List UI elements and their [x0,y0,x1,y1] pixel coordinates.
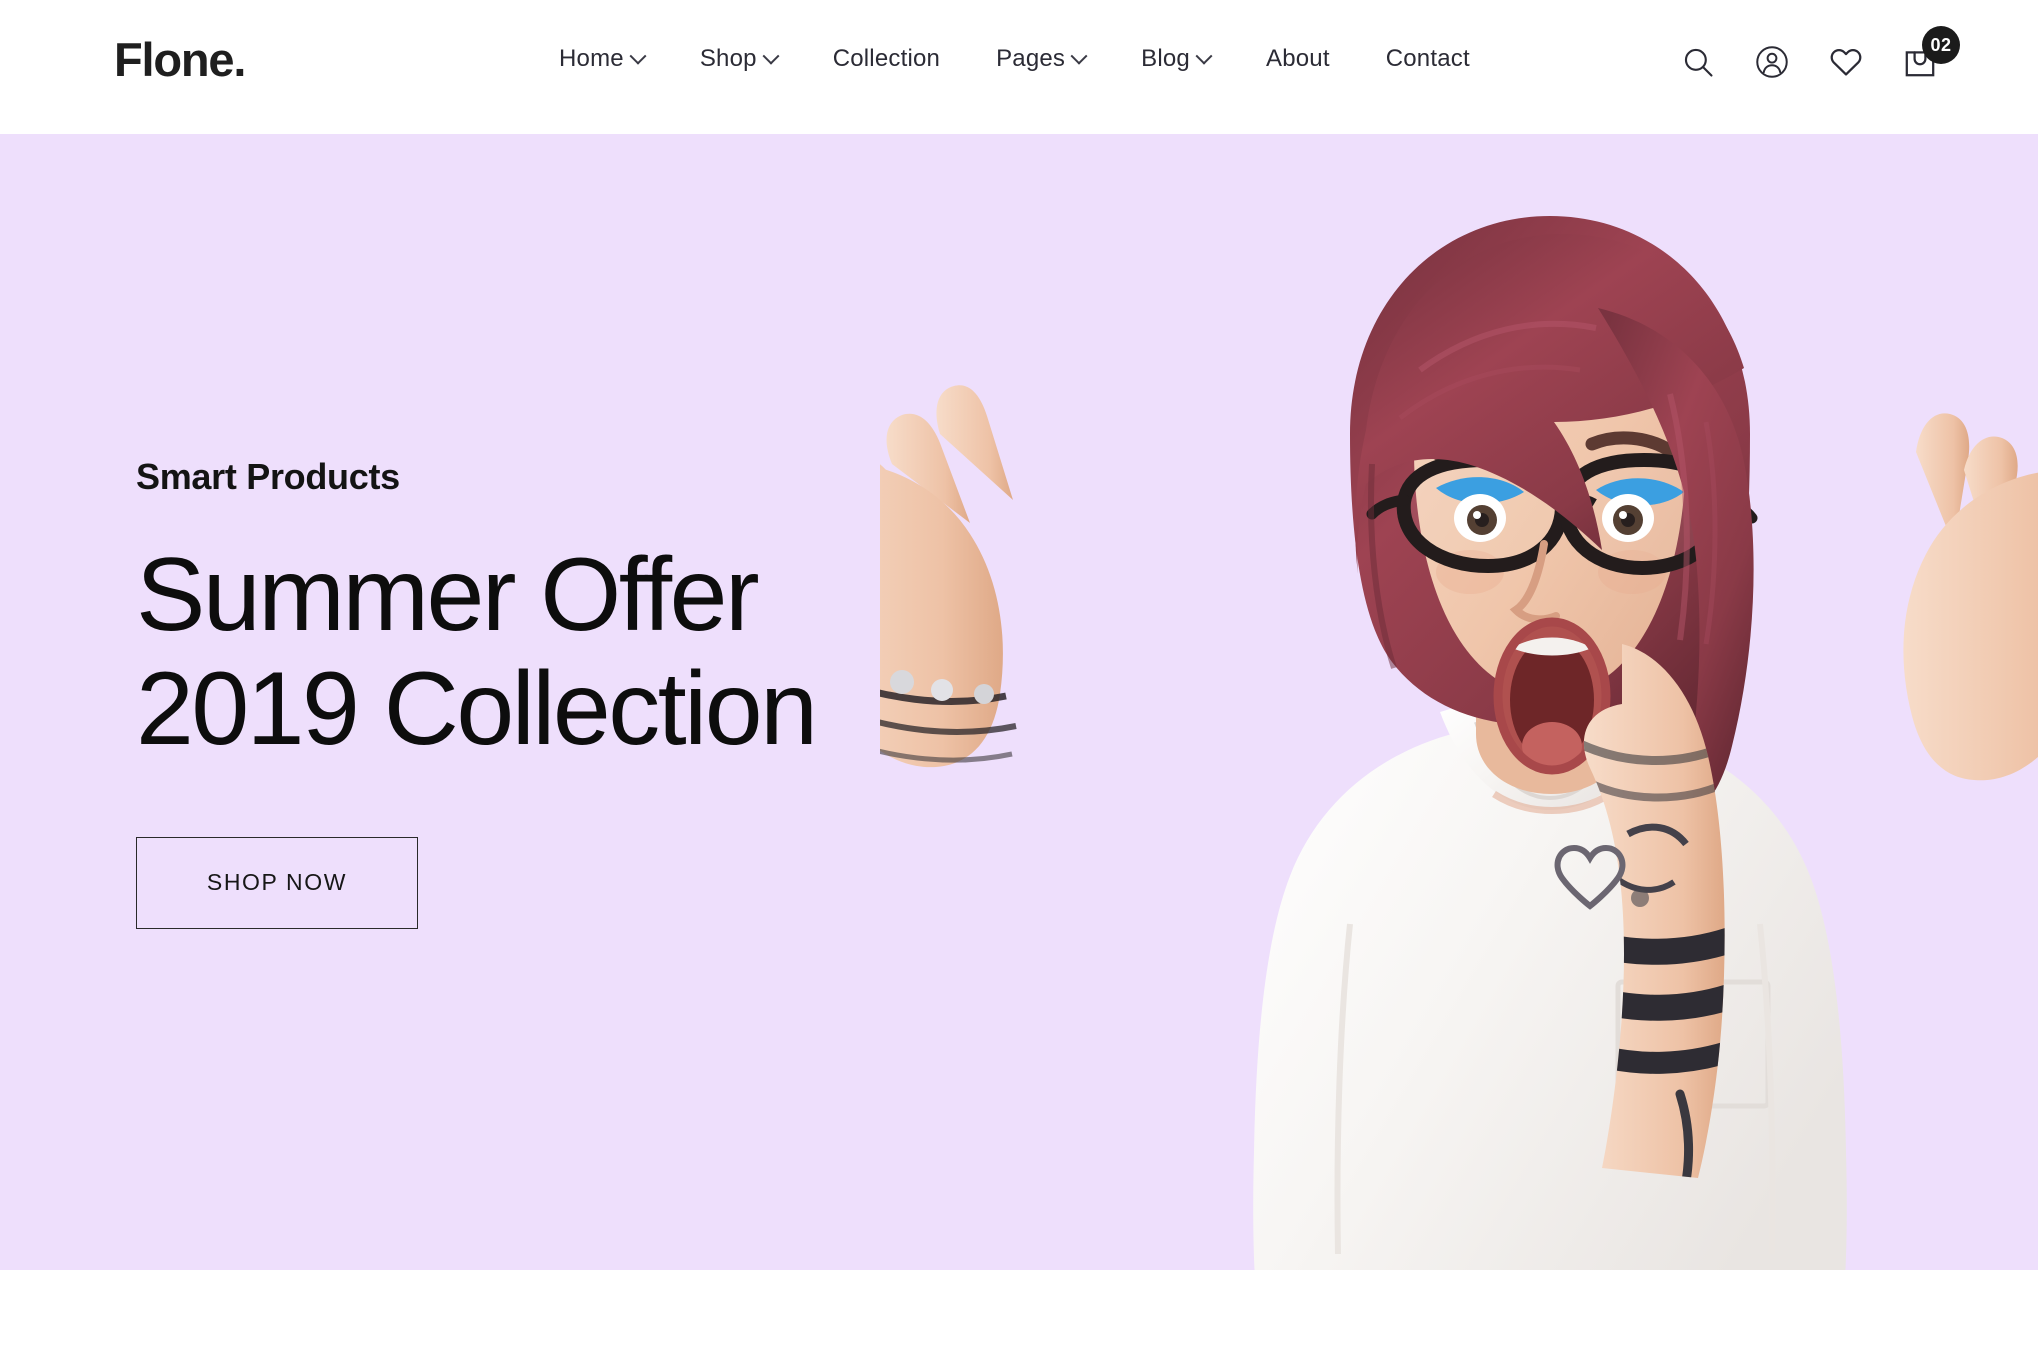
nav-item-collection[interactable]: Collection [805,45,968,73]
chevron-down-icon [1070,47,1088,65]
nav-label-contact: Contact [1385,45,1470,72]
nav-label-collection: Collection [832,45,941,72]
nav-item-shop[interactable]: Shop [672,45,805,73]
user-account-icon [1756,46,1788,78]
header-icon-group: 02 [1676,26,1960,84]
chevron-down-icon [1195,47,1213,65]
nav-item-contact[interactable]: Contact [1358,45,1498,73]
cart-button[interactable]: 02 [1898,26,1960,84]
brand-logo[interactable]: Flone. [114,36,246,83]
hero-content: Smart Products Summer Offer 2019 Collect… [136,456,818,929]
shop-now-button[interactable]: SHOP NOW [136,836,418,929]
hero-eyebrow: Smart Products [136,456,400,497]
nav-label-pages: Pages [996,45,1066,72]
search-icon [1684,48,1713,77]
wishlist-button[interactable] [1824,40,1868,84]
chevron-down-icon [629,47,647,65]
nav-item-home[interactable]: Home [531,45,672,73]
homepage-root: Flone. Home Shop Collection Pages Blog A… [0,0,2038,1359]
nav-label-shop: Shop [699,45,757,72]
hero-headline-line-1: Summer Offer [136,537,760,653]
main-navigation: Home Shop Collection Pages Blog About Co… [531,45,1498,73]
nav-label-blog: Blog [1141,45,1190,72]
hero-model-image [880,134,2038,1270]
nav-label-home: Home [559,45,624,72]
account-button[interactable] [1750,40,1794,84]
chevron-down-icon [762,47,780,65]
search-button[interactable] [1676,40,1720,84]
hero-headline-line-2: 2019 Collection [136,651,818,768]
nav-label-about: About [1265,45,1330,72]
cart-count-badge: 02 [1922,26,1960,64]
woman-illustration [880,216,2038,1270]
raised-hand-left [880,385,1017,768]
nav-item-pages[interactable]: Pages [968,45,1113,73]
hero-banner: Smart Products Summer Offer 2019 Collect… [0,134,2038,1270]
heart-icon [1830,49,1862,76]
site-header: Flone. Home Shop Collection Pages Blog A… [0,0,2038,134]
nav-item-about[interactable]: About [1238,45,1358,73]
nav-item-blog[interactable]: Blog [1113,45,1238,73]
raised-hand-right [1903,413,2038,781]
